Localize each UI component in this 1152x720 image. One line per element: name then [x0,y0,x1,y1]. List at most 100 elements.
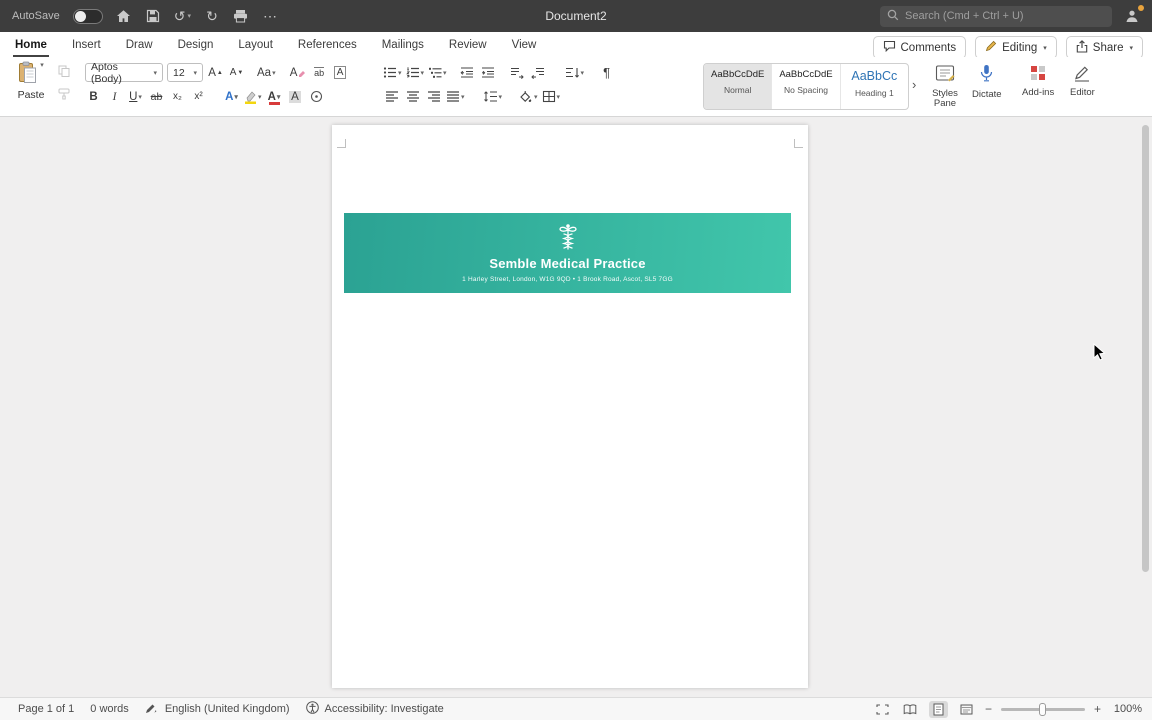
chevron-down-icon: ▾ [138,93,142,101]
tab-references[interactable]: References [296,36,359,57]
font-size-select[interactable]: 12 ▾ [167,63,203,82]
focus-view-icon[interactable] [873,701,892,718]
print-layout-icon[interactable] [928,700,948,718]
style-name: Normal [723,84,752,95]
chevron-down-icon: ▾ [1129,44,1133,52]
zoom-slider-handle[interactable] [1038,702,1046,716]
style-heading-1[interactable]: AaBbCc Heading 1 [841,64,908,109]
paste-label: Paste [17,89,45,101]
numbering-button[interactable]: ▾ [405,63,424,82]
document-area[interactable]: Semble Medical Practice 1 Harley Street,… [0,117,1152,697]
paste-button[interactable]: ▾ Paste [12,61,50,101]
strikethrough-button[interactable]: ab [148,87,165,106]
styles-gallery: AaBbCcDdE Normal AaBbCcDdE No Spacing Aa… [703,63,909,110]
style-normal[interactable]: AaBbCcDdE Normal [704,64,773,109]
borders-button[interactable]: ▾ [542,87,560,106]
change-case-button[interactable]: Aa ▾ [257,63,276,82]
tab-mailings[interactable]: Mailings [380,36,426,57]
character-shading-button[interactable]: A [287,87,304,106]
copy-icon[interactable] [58,65,70,80]
text-effects-button[interactable]: A ▾ [223,87,240,106]
search-box[interactable] [880,5,1112,27]
decrease-indent-button[interactable] [459,63,476,82]
zoom-out-button[interactable]: − [985,702,992,716]
clear-formatting-button[interactable]: A [290,63,307,82]
tab-review[interactable]: Review [447,36,489,57]
align-left-button[interactable] [383,87,400,106]
underline-button[interactable]: U ▾ [127,87,144,106]
tab-draw[interactable]: Draw [124,36,155,57]
right-to-left-text-button[interactable] [530,63,547,82]
clipboard-group: ▾ Paste [12,57,70,116]
font-name-select[interactable]: Aptos (Body) ▾ [85,61,163,85]
read-mode-icon[interactable] [901,701,920,718]
accessibility-status[interactable]: Accessibility: Investigate [305,701,444,717]
align-right-button[interactable] [425,87,442,106]
styles-pane-label: Styles Pane [932,88,958,110]
multilevel-list-button[interactable]: ▾ [428,63,447,82]
page-number-status[interactable]: Page 1 of 1 [18,703,74,715]
superscript-button[interactable]: x² [190,87,207,106]
chevron-down-icon: ▾ [153,69,157,77]
editing-mode-button[interactable]: Editing ▾ [975,36,1057,59]
subscript-button[interactable]: x₂ [169,87,186,106]
highlight-color-button[interactable]: ▾ [244,87,262,106]
language-status[interactable]: English (United Kingdom) [145,702,290,717]
left-to-right-text-button[interactable] [509,63,526,82]
comments-label: Comments [900,41,957,54]
account-icon[interactable] [1122,5,1144,26]
sort-button[interactable]: ▾ [565,63,584,82]
redo-button[interactable]: ↻ [204,7,220,25]
tab-layout[interactable]: Layout [236,36,275,57]
shading-button[interactable]: ▾ [518,87,538,106]
italic-button[interactable]: I [106,87,123,106]
comments-button[interactable]: Comments [872,36,967,59]
styles-pane-button[interactable]: Styles Pane [924,64,966,110]
home-icon[interactable] [116,7,132,25]
document-page[interactable]: Semble Medical Practice 1 Harley Street,… [332,125,808,688]
show-paragraph-marks-button[interactable]: ¶ [598,63,615,82]
line-spacing-button[interactable]: ▾ [483,87,502,106]
web-layout-icon[interactable] [957,701,976,718]
editing-label: Editing [1002,41,1038,54]
dictate-button[interactable]: Dictate [972,64,1002,100]
search-input[interactable] [905,10,1095,22]
zoom-percentage[interactable]: 100% [1110,703,1142,715]
editor-label: Editor [1070,87,1095,98]
word-count-status[interactable]: 0 words [90,703,129,715]
bullets-button[interactable]: ▾ [383,63,402,82]
save-icon[interactable] [145,7,161,25]
phonetic-guide-button[interactable]: ab [311,63,328,82]
grow-font-button[interactable]: A ▲ [207,63,224,82]
more-options-icon[interactable]: ⋯ [262,7,278,25]
tab-insert[interactable]: Insert [70,36,103,57]
addins-button[interactable]: Add-ins [1022,64,1054,98]
print-icon[interactable] [233,7,249,25]
zoom-slider[interactable] [1000,702,1085,716]
character-border-button[interactable]: A [332,63,349,82]
autosave-toggle[interactable] [72,8,103,24]
styles-gallery-more-icon[interactable]: › [912,77,916,92]
bold-button[interactable]: B [85,87,102,106]
practice-banner-image[interactable]: Semble Medical Practice 1 Harley Street,… [344,213,791,293]
chevron-down-icon[interactable]: ▾ [40,61,44,69]
zoom-in-button[interactable]: + [1094,702,1101,716]
chevron-down-icon[interactable]: ▾ [187,12,191,20]
tab-design[interactable]: Design [176,36,216,57]
share-button[interactable]: Share ▾ [1065,36,1143,59]
editor-button[interactable]: Editor [1070,64,1095,98]
vertical-scrollbar[interactable] [1142,125,1149,572]
enclose-characters-icon[interactable] [308,87,325,106]
increase-indent-button[interactable] [480,63,497,82]
format-painter-icon[interactable] [58,88,70,103]
font-color-button[interactable]: A ▾ [266,87,283,106]
align-center-button[interactable] [404,87,421,106]
tab-home[interactable]: Home [13,36,49,57]
style-no-spacing[interactable]: AaBbCcDdE No Spacing [772,64,841,109]
shrink-font-button[interactable]: A ▼ [228,63,245,82]
tab-view[interactable]: View [510,36,539,57]
addins-icon [1029,64,1047,85]
clear-formatting-glyph: A [289,66,298,79]
undo-button[interactable]: ↺ ▾ [174,7,191,25]
justify-button[interactable]: ▾ [446,87,465,106]
